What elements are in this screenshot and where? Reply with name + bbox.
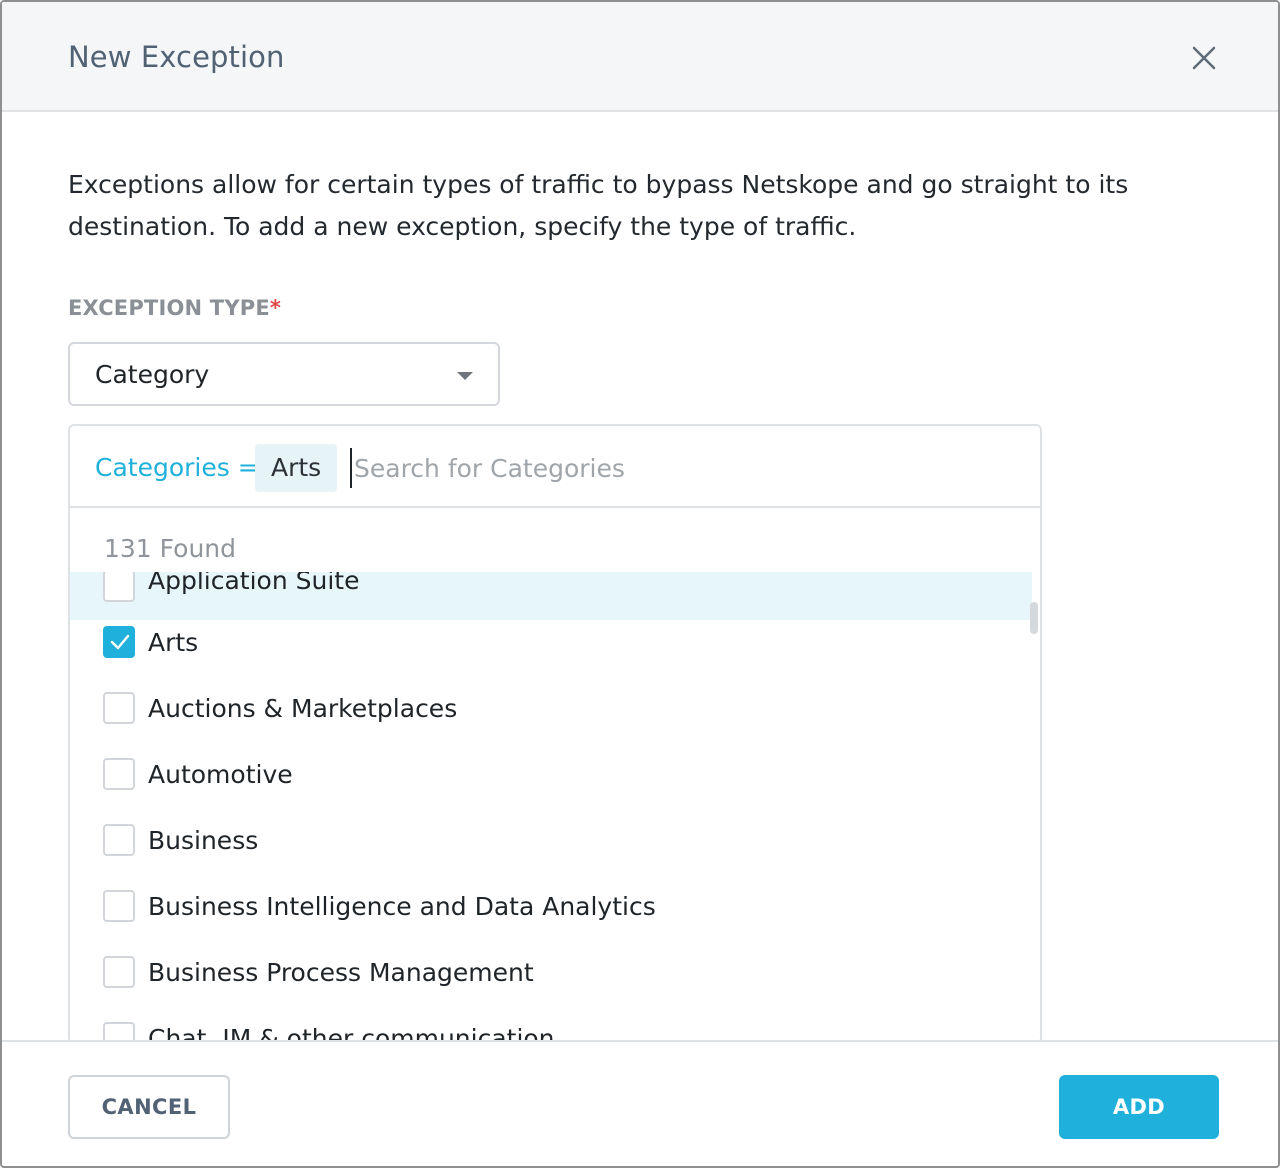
close-icon[interactable] bbox=[1184, 38, 1224, 78]
category-search-input[interactable] bbox=[350, 448, 1010, 488]
new-exception-dialog: New Exception Exceptions allow for certa… bbox=[0, 0, 1280, 1168]
dialog-description: Exceptions allow for certain types of tr… bbox=[68, 170, 1129, 241]
category-list-item[interactable]: Arts bbox=[70, 626, 1032, 674]
check-icon bbox=[110, 634, 130, 650]
category-list-item-label: Business Intelligence and Data Analytics bbox=[148, 892, 656, 921]
checkbox[interactable] bbox=[103, 692, 135, 724]
checkbox[interactable] bbox=[103, 572, 135, 602]
checkbox[interactable] bbox=[103, 758, 135, 790]
filter-key-label: Categories = bbox=[95, 453, 259, 482]
category-list: Application Suite Arts Auctions & Marketpl… bbox=[70, 572, 1032, 1042]
category-list-item-label: Arts bbox=[148, 628, 199, 657]
category-list-item[interactable]: Business Intelligence and Data Analytics bbox=[70, 890, 1032, 938]
category-list-item[interactable]: Business Process Management bbox=[70, 956, 1032, 1004]
exception-type-label-text: EXCEPTION TYPE bbox=[68, 296, 270, 320]
cancel-button[interactable]: CANCEL bbox=[68, 1075, 230, 1139]
exception-type-selected-value: Category bbox=[95, 360, 210, 389]
checkbox[interactable] bbox=[103, 890, 135, 922]
checkbox[interactable] bbox=[103, 1022, 135, 1042]
dialog-title: New Exception bbox=[68, 40, 285, 74]
category-picker: Categories = Arts 131 Found Application … bbox=[68, 424, 1042, 1044]
chevron-down-icon bbox=[457, 372, 473, 380]
dialog-header: New Exception bbox=[2, 2, 1278, 112]
checkbox-checked[interactable] bbox=[103, 626, 135, 658]
category-search-bar: Categories = Arts bbox=[70, 426, 1040, 508]
results-count: 131 Found bbox=[104, 534, 237, 563]
checkbox[interactable] bbox=[103, 824, 135, 856]
exception-type-label: EXCEPTION TYPE* bbox=[68, 296, 281, 320]
category-list-item-label: Automotive bbox=[148, 760, 293, 789]
selected-category-chip[interactable]: Arts bbox=[255, 444, 338, 492]
category-list-item[interactable]: Business bbox=[70, 824, 1032, 872]
category-list-item-label: Business bbox=[148, 826, 259, 855]
category-list-item[interactable]: Chat, IM & other communication bbox=[70, 1022, 1032, 1042]
category-list-item-label: Application Suite bbox=[148, 572, 360, 595]
category-list-item[interactable]: Application Suite bbox=[70, 572, 1032, 620]
category-list-item[interactable]: Automotive bbox=[70, 758, 1032, 806]
dialog-footer: CANCEL ADD bbox=[2, 1040, 1278, 1166]
category-list-item[interactable]: Auctions & Marketplaces bbox=[70, 692, 1032, 740]
required-marker: * bbox=[269, 296, 282, 320]
exception-type-select[interactable]: Category bbox=[68, 342, 500, 406]
category-list-item-label: Auctions & Marketplaces bbox=[148, 694, 458, 723]
add-button[interactable]: ADD bbox=[1059, 1075, 1219, 1139]
category-list-item-label: Business Process Management bbox=[148, 958, 534, 987]
list-scrollbar[interactable] bbox=[1030, 602, 1038, 634]
checkbox[interactable] bbox=[103, 956, 135, 988]
